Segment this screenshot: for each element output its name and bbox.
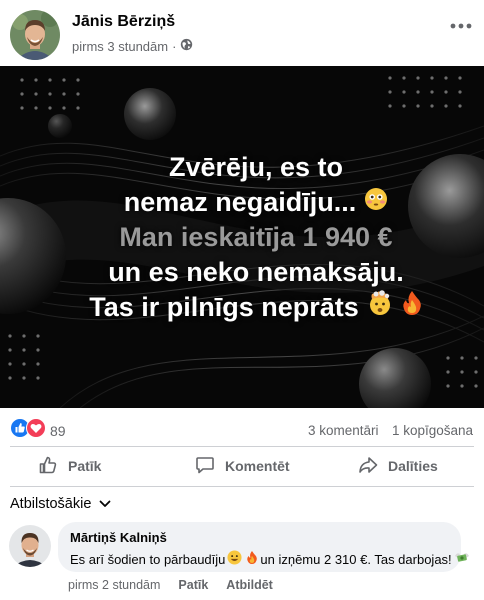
author-name[interactable]: Jānis Bērziņš: [72, 13, 175, 31]
image-caption: Zvērēju, es to nemaz negaidīju... Man ie…: [0, 66, 484, 408]
comments-filter-label: Atbilstošākie: [10, 496, 92, 512]
like-button[interactable]: Patīk: [38, 447, 101, 485]
thumbs-up-icon: [38, 455, 58, 478]
share-arrow-icon: [358, 455, 378, 478]
flushed-face-emoji: [364, 185, 388, 220]
globe-icon: [180, 38, 193, 54]
commenter-avatar[interactable]: [9, 525, 51, 567]
author-avatar[interactable]: [10, 10, 60, 60]
fire-emoji: [246, 550, 258, 568]
image-line-2: nemaz negaidīju...: [124, 185, 389, 220]
more-options-button[interactable]: [446, 10, 476, 40]
comment-label: Komentēt: [225, 458, 290, 474]
commenter-name[interactable]: Mārtiņš Kalniņš: [70, 530, 449, 545]
comment-bubble-icon: [195, 455, 215, 478]
post-meta: pirms 3 stundām ·: [72, 38, 193, 54]
share-label: Dalīties: [388, 458, 438, 474]
shares-count[interactable]: 1 kopīgošana: [392, 423, 473, 438]
comments-filter-dropdown[interactable]: Atbilstošākie: [10, 496, 111, 512]
comment-bubble[interactable]: Mārtiņš Kalniņš Es arī šodien to pārbaud…: [58, 522, 469, 572]
reactions-summary[interactable]: 89: [10, 418, 66, 443]
more-dots-icon: [450, 16, 472, 34]
exploding-head-emoji: [367, 289, 393, 325]
comment-button[interactable]: Komentēt: [195, 447, 290, 485]
love-reaction-icon: [26, 418, 46, 443]
comments-count[interactable]: 3 komentāri: [308, 423, 379, 438]
post-stats: 89 3 komentāri 1 kopīgošana: [0, 412, 484, 446]
fire-emoji: [401, 290, 423, 325]
post-actions: Patīk Komentēt Dalīties: [0, 447, 484, 485]
grinning-emoji: [227, 550, 242, 568]
meta-separator: ·: [172, 38, 177, 54]
image-line-5: Tas ir pilnīgs neprāts: [89, 289, 423, 325]
comment-reply-link[interactable]: Atbildēt: [226, 578, 273, 592]
comment-meta: pirms 2 stundām Patīk Atbildēt: [68, 578, 273, 592]
money-wings-emoji: [454, 550, 470, 568]
reactions-count[interactable]: 89: [50, 423, 66, 439]
post-header: Jānis Bērziņš pirms 3 stundām ·: [0, 0, 484, 66]
post-image[interactable]: Zvērēju, es to nemaz negaidīju... Man ie…: [0, 66, 484, 408]
post-time[interactable]: pirms 3 stundām: [72, 39, 168, 54]
image-line-3: Man ieskaitīja 1 940 €: [119, 221, 393, 252]
like-label: Patīk: [68, 458, 102, 474]
comment-like-link[interactable]: Patīk: [178, 578, 208, 592]
comment-text: Es arī šodien to pārbaudīju un izņēmu 2 …: [70, 550, 469, 568]
image-line-1: Zvērēju, es to: [168, 151, 344, 182]
divider: [10, 486, 474, 487]
image-line-4: un es neko nemaksāju.: [108, 256, 404, 287]
chevron-down-icon: [99, 496, 111, 512]
comment-time[interactable]: pirms 2 stundām: [68, 578, 160, 592]
share-button[interactable]: Dalīties: [358, 447, 438, 485]
